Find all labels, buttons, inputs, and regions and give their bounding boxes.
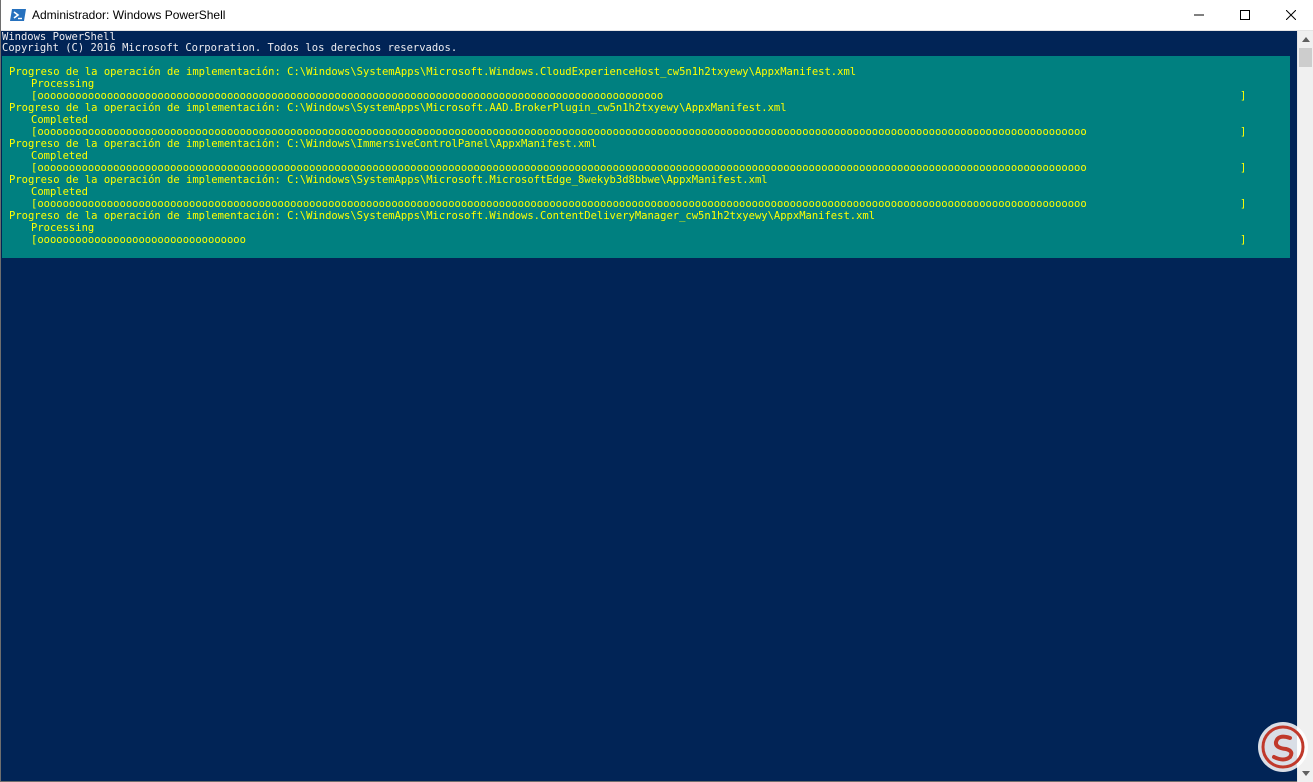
- progress-bar: [ooooooooooooooooooooooooooooooooooooooo…: [31, 198, 1087, 210]
- scroll-up-button[interactable]: [1298, 31, 1313, 48]
- window-title: Administrador: Windows PowerShell: [32, 8, 226, 22]
- progress-bar-end: ]: [1240, 198, 1247, 210]
- progress-status: Processing: [31, 222, 95, 234]
- progress-panel: Progreso de la operación de implementaci…: [2, 56, 1290, 258]
- progress-status: Completed: [31, 150, 88, 162]
- close-icon: [1286, 10, 1296, 20]
- progress-bar: [ooooooooooooooooooooooooooooooooooooooo…: [31, 126, 1087, 138]
- site-logo-icon: [1258, 722, 1308, 772]
- powershell-window: Administrador: Windows PowerShell Window…: [0, 0, 1313, 782]
- progress-bar: [ooooooooooooooooooooooooooooooooooooooo…: [31, 162, 1087, 174]
- close-button[interactable]: [1268, 0, 1313, 30]
- powershell-icon: [10, 9, 26, 21]
- progress-activity: Progreso de la operación de implementaci…: [9, 138, 597, 150]
- progress-activity: Progreso de la operación de implementaci…: [9, 210, 876, 222]
- progress-bar: [ooooooooooooooooooooooooooooooooooooooo…: [31, 90, 664, 102]
- progress-bar: [ooooooooooooooooooooooooooooooooo: [31, 234, 246, 246]
- progress-status: Processing: [31, 78, 95, 90]
- scroll-up-arrow-icon: [1302, 37, 1310, 42]
- minimize-button[interactable]: [1176, 0, 1222, 30]
- console-header-line: Copyright (C) 2016 Microsoft Corporation…: [2, 42, 458, 54]
- scrollbar-thumb[interactable]: [1299, 48, 1312, 67]
- progress-bar-end: ]: [1240, 90, 1247, 102]
- title-bar[interactable]: Administrador: Windows PowerShell: [1, 0, 1313, 31]
- vertical-scrollbar[interactable]: [1297, 31, 1313, 782]
- progress-bar-end: ]: [1240, 234, 1247, 246]
- progress-status: Completed: [31, 186, 88, 198]
- progress-activity: Progreso de la operación de implementaci…: [9, 102, 787, 114]
- console-output[interactable]: Windows PowerShell Copyright (C) 2016 Mi…: [2, 31, 1297, 781]
- progress-bar-end: ]: [1240, 126, 1247, 138]
- progress-status: Completed: [31, 114, 88, 126]
- progress-bar-end: ]: [1240, 162, 1247, 174]
- minimize-icon: [1194, 14, 1204, 16]
- maximize-button[interactable]: [1222, 0, 1268, 30]
- maximize-icon: [1240, 10, 1250, 20]
- progress-activity: Progreso de la operación de implementaci…: [9, 174, 768, 186]
- progress-activity: Progreso de la operación de implementaci…: [9, 66, 857, 78]
